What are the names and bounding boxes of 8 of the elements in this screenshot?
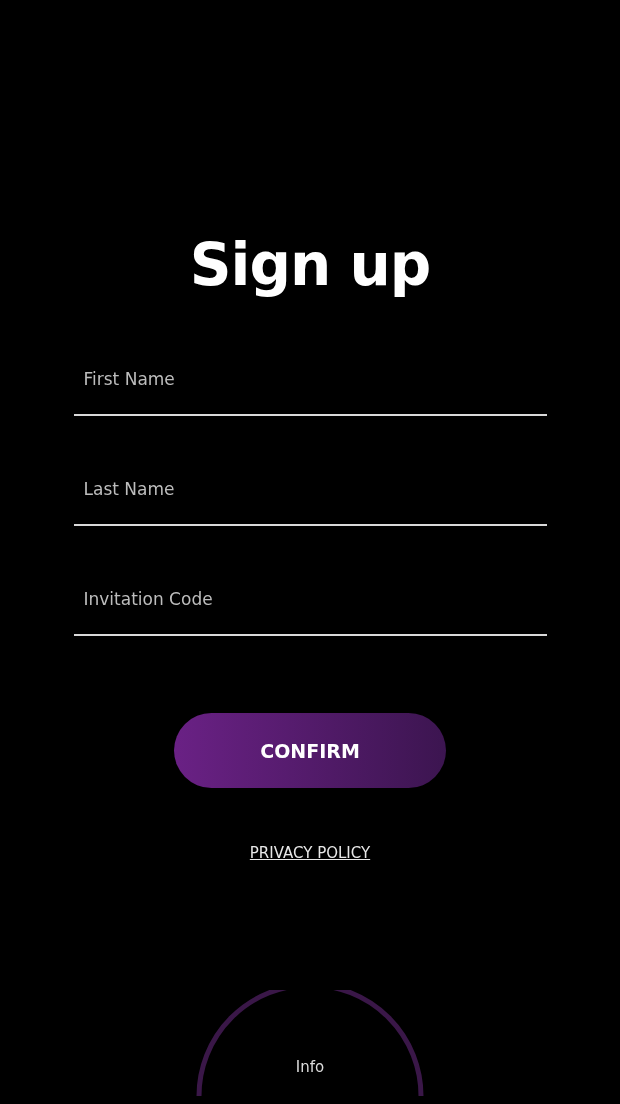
info-label: Info <box>295 1058 325 1076</box>
input-field[interactable]: First Name <box>73 358 547 416</box>
page-title: Sign up <box>189 230 431 301</box>
info-button[interactable]: Info <box>195 990 425 1096</box>
privacy-policy-link[interactable]: PRIVACY POLICY <box>249 844 371 862</box>
input-field[interactable]: Last Name <box>73 468 547 526</box>
input-field[interactable]: Invitation Code <box>73 578 547 636</box>
confirm-button[interactable]: CONFIRM <box>174 713 446 788</box>
